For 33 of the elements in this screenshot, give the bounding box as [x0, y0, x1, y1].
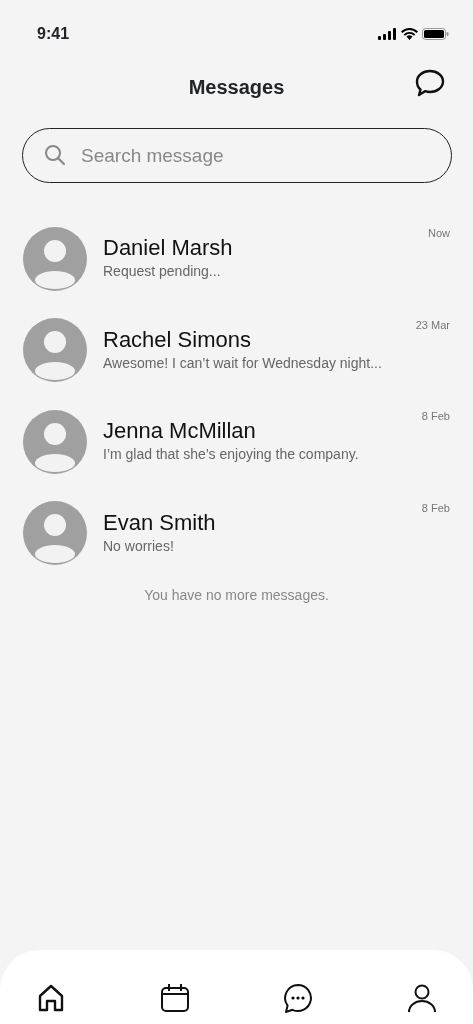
wifi-icon [401, 28, 418, 40]
conversation-item[interactable]: Rachel Simons Awesome! I can’t wait for Wednesday night... 23 Mar [0, 304, 473, 396]
avatar [23, 226, 87, 291]
status-time: 9:41 [37, 24, 70, 44]
message-time: 23 Mar [415, 317, 450, 333]
chat-icon [282, 982, 315, 1014]
battery-icon [422, 28, 449, 40]
avatar [23, 501, 87, 566]
message-time: 8 Feb [421, 409, 450, 424]
conversation-item[interactable]: Daniel Marsh Request pending... Now [0, 213, 473, 305]
search-field[interactable]: Search message [22, 128, 452, 183]
screen-title: Messages [188, 75, 285, 100]
message-time: Now [428, 226, 450, 241]
message-preview: Awesome! I can’t wait for Wednesday night... [103, 353, 383, 373]
profile-icon [405, 982, 438, 1014]
message-preview: Request pending... [103, 262, 222, 282]
end-of-list-note: You have no more messages. [144, 587, 329, 603]
speech-bubble-icon [415, 69, 445, 97]
contact-name: Evan Smith [103, 509, 217, 536]
avatar [23, 318, 87, 383]
calendar-icon [158, 982, 191, 1014]
new-message-button[interactable] [415, 69, 445, 97]
contact-name: Rachel Simons [103, 326, 252, 353]
message-preview: I’m glad that she’s enjoying the company. [103, 445, 360, 465]
avatar [23, 409, 87, 474]
contact-name: Daniel Marsh [103, 235, 234, 262]
signal-icon [378, 28, 397, 40]
conversation-item[interactable]: Evan Smith No worries! 8 Feb [0, 487, 473, 579]
search-icon [44, 144, 66, 166]
message-time: 8 Feb [421, 500, 450, 516]
conversation-item[interactable]: Jenna McMillan I’m glad that she’s enjoying the company. 8 Feb [0, 396, 473, 488]
contact-name: Jenna McMillan [103, 418, 257, 445]
message-preview: No worries! [103, 536, 175, 556]
